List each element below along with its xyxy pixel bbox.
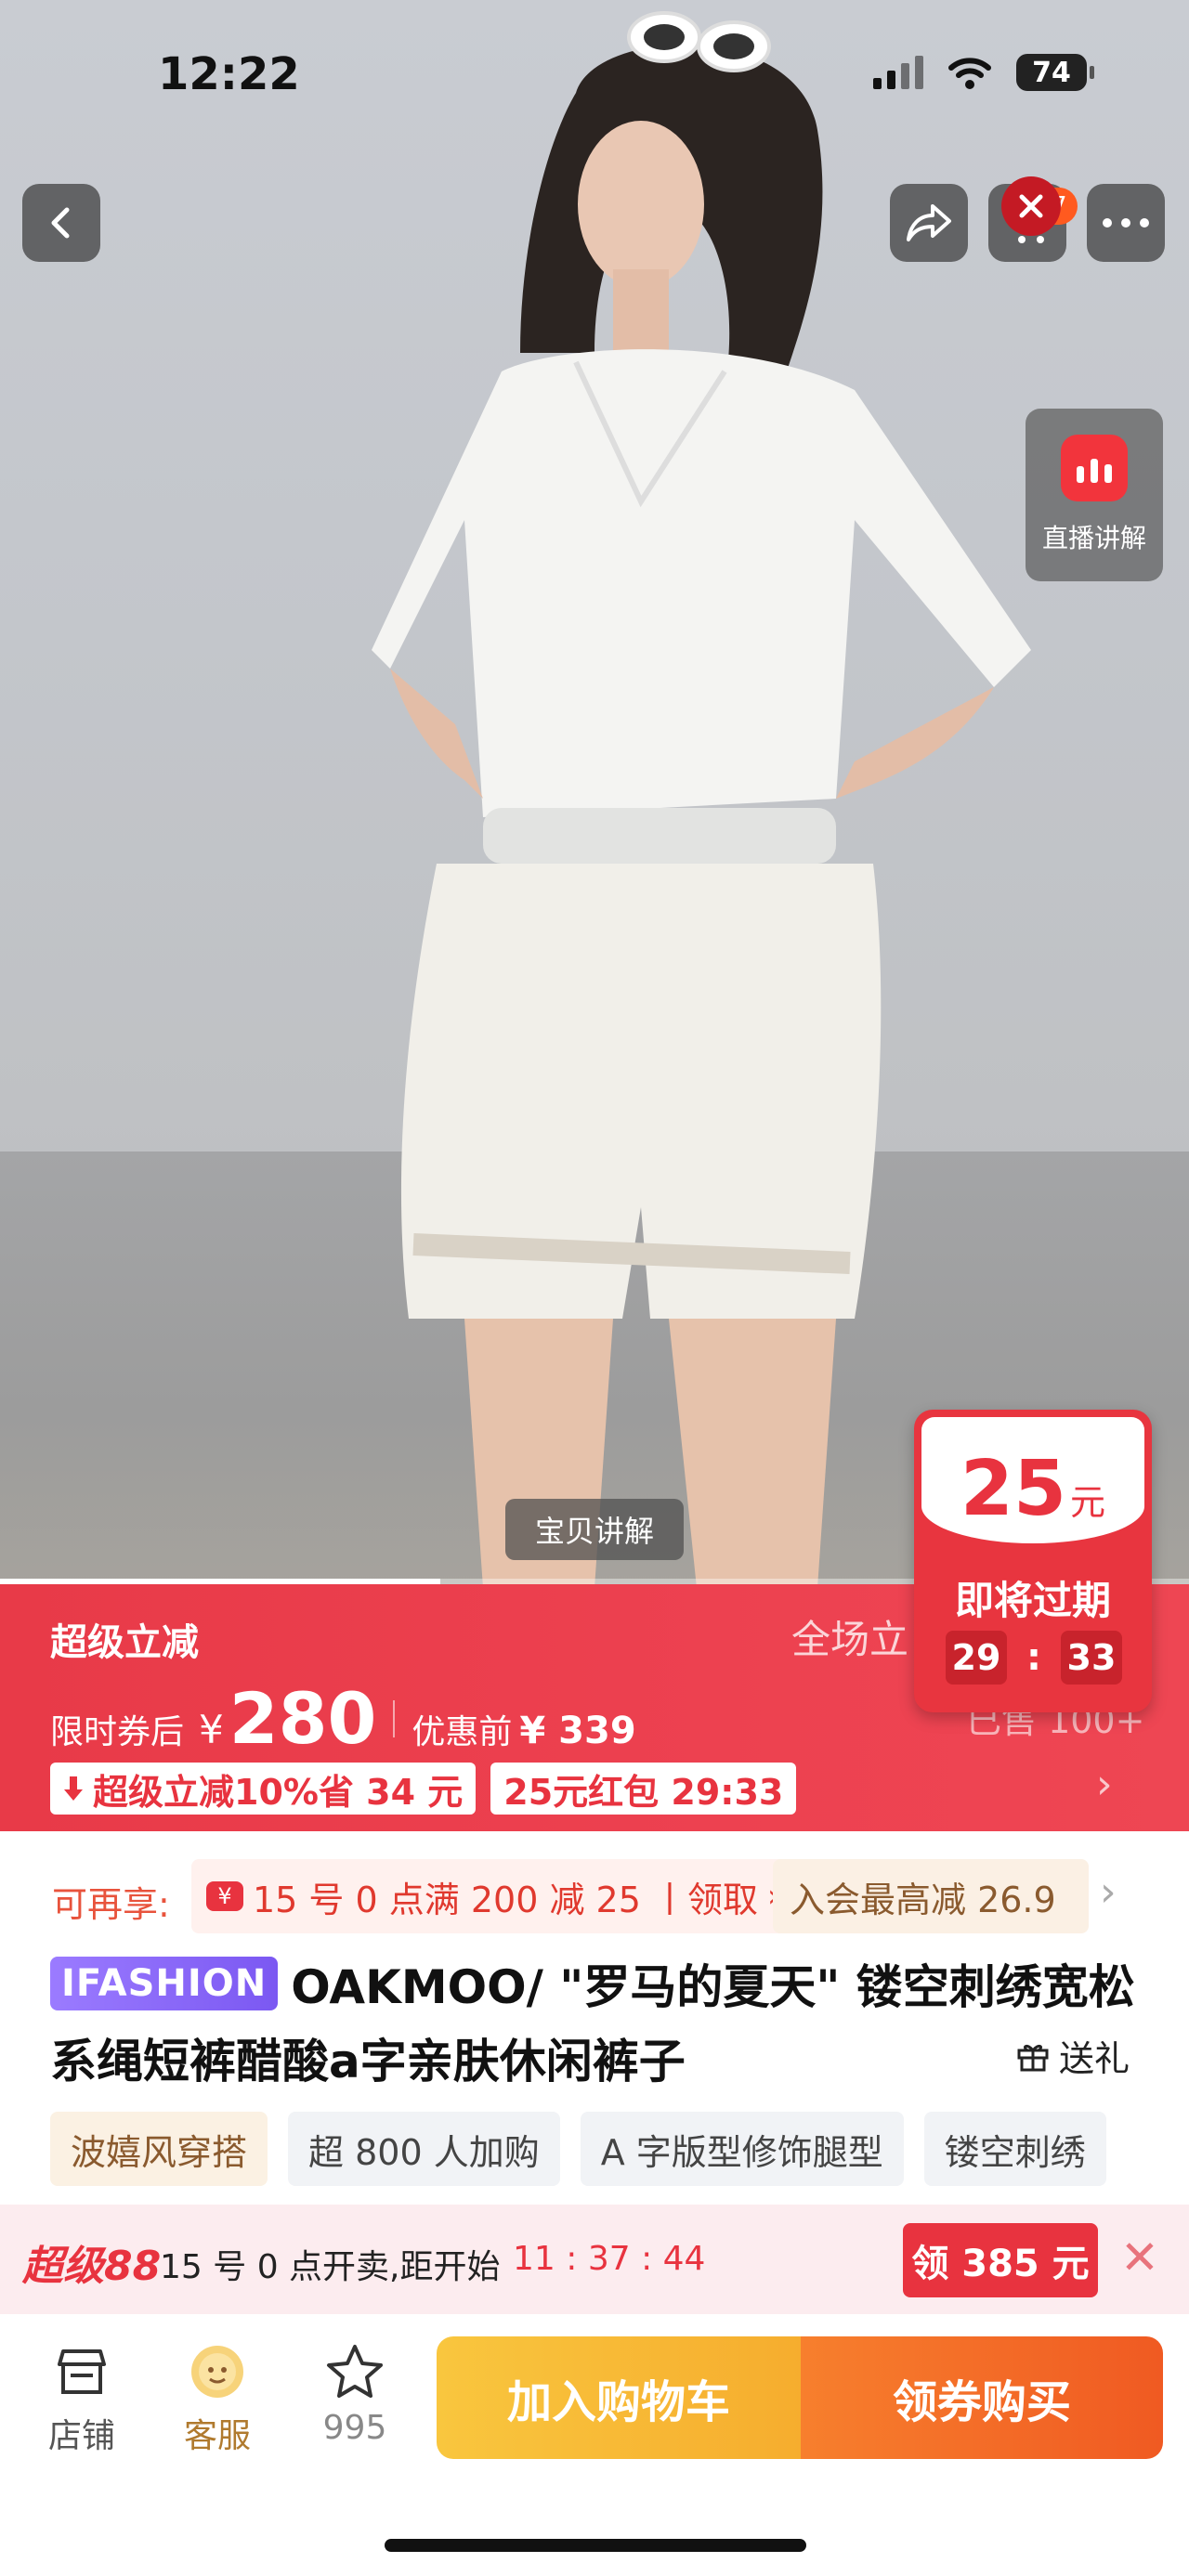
brand-badge: IFASHION <box>50 1957 279 2010</box>
after-coupon-label: 限时券后 <box>50 1713 185 1751</box>
chevron-right-icon[interactable]: › <box>1096 1761 1113 1808</box>
super88-logo: 超级88 <box>22 2243 162 2290</box>
timer-colon: : <box>1026 1636 1041 1679</box>
shop-icon <box>52 2342 111 2401</box>
explain-chip[interactable]: 宝贝讲解 <box>505 1499 684 1560</box>
product-tags: 波嬉风穿搭 超 800 人加购 A 字版型修饰腿型 镂空刺绣 <box>50 2112 1106 2186</box>
home-indicator <box>385 2539 806 2552</box>
more-button[interactable] <box>1087 184 1165 262</box>
star-icon <box>325 2342 385 2401</box>
before-price-label: 优惠前 <box>412 1713 513 1751</box>
coupon-tag-icon: ¥ <box>206 1881 243 1911</box>
currency-symbol: ¥ <box>199 1707 224 1752</box>
status-icons: 74 <box>873 54 1094 91</box>
service-icon <box>188 2342 247 2401</box>
gift-button[interactable]: 送礼 <box>1016 2030 1130 2081</box>
coupon-unit: 元 <box>1070 1482 1106 1523</box>
chevron-left-icon <box>51 207 70 239</box>
offers-chevron-icon[interactable]: › <box>1100 1868 1117 1916</box>
gift-label: 送礼 <box>1059 2038 1130 2079</box>
timer-minutes: 29 <box>946 1631 1007 1685</box>
coupon-amount-area: 25 元 <box>921 1417 1144 1543</box>
battery-icon: 74 <box>1016 54 1094 91</box>
discount-chip: 超级立减10%省 34 元 <box>50 1763 477 1815</box>
coupon-status: 即将过期 <box>954 1578 1111 1623</box>
live-icon <box>1061 435 1128 501</box>
signal-icon <box>873 56 923 89</box>
tag-chip[interactable]: A 字版型修饰腿型 <box>580 2112 904 2186</box>
service-button[interactable]: 客服 <box>162 2342 273 2457</box>
favorite-count: 995 <box>322 2409 387 2447</box>
wifi-icon <box>948 58 991 89</box>
member-offer[interactable]: 入会最高减 26.9 <box>773 1859 1089 1933</box>
coupon-offer[interactable]: ¥ 15 号 0 点满 200 减 25 丨领取 › <box>191 1859 795 1933</box>
close-icon[interactable]: ✕ <box>1120 2231 1159 2284</box>
coupon-amount: 25 <box>960 1445 1067 1533</box>
offers-label: 可再享: <box>52 1884 170 1925</box>
coupon-offer-text: 15 号 0 点满 200 减 25 丨领取 <box>253 1879 758 1920</box>
sale-price: 280 <box>229 1677 377 1760</box>
super88-countdown: 11 : 37 : 44 <box>513 2240 706 2278</box>
tag-chip[interactable]: 波嬉风穿搭 <box>50 2112 268 2186</box>
tag-chip[interactable]: 镂空刺绣 <box>923 2112 1106 2186</box>
price-row: 限时券后 ¥ 280 优惠前 ¥ 339 <box>50 1677 636 1760</box>
super-discount-label: 超级立减 <box>50 1621 199 1664</box>
before-price: ¥ 339 <box>519 1710 636 1752</box>
timer-seconds: 33 <box>1061 1631 1122 1685</box>
coupon-timer: 29 : 33 <box>946 1631 1122 1685</box>
super88-bar[interactable]: 超级88 15 号 0 点开卖,距开始 11 : 37 : 44 领 385 元… <box>0 2205 1189 2314</box>
arrow-down-icon <box>64 1776 83 1801</box>
share-button[interactable] <box>890 184 968 262</box>
live-explain-label: 直播讲解 <box>1041 523 1146 553</box>
favorite-button[interactable]: 995 <box>299 2342 411 2447</box>
claim-and-buy-button[interactable]: 领券购买 <box>801 2336 1163 2459</box>
price-divider <box>393 1699 396 1737</box>
close-icon <box>1019 194 1043 218</box>
extra-offers-row: 可再享: ¥ 15 号 0 点满 200 减 25 丨领取 › 入会最高减 26… <box>0 1831 1189 1952</box>
status-time: 12:22 <box>158 48 300 100</box>
claim-385-button[interactable]: 领 385 元 <box>903 2223 1098 2297</box>
share-icon <box>907 204 951 241</box>
super88-text: 15 号 0 点开卖,距开始 <box>160 2248 501 2286</box>
bottom-action-bar: 店铺 客服 995 加入购物车 领券购买 <box>0 2314 1189 2576</box>
cta-buttons: 加入购物车 领券购买 <box>437 2336 1163 2459</box>
tag-chip[interactable]: 超 800 人加购 <box>288 2112 560 2186</box>
red-packet-chip: 25元红包 29:33 <box>490 1763 797 1815</box>
promo-chips: 超级立减10%省 34 元 25元红包 29:33 <box>50 1763 797 1815</box>
gift-icon <box>1017 2044 1049 2071</box>
service-label: 客服 <box>183 2417 251 2455</box>
more-icon <box>1103 218 1149 228</box>
fullsite-label: 全场立 <box>791 1617 909 1662</box>
expiring-coupon[interactable]: 25 元 即将过期 29 : 33 <box>914 1410 1152 1712</box>
add-to-cart-button[interactable]: 加入购物车 <box>437 2336 801 2459</box>
shop-label: 店铺 <box>47 2417 115 2455</box>
live-explain-button[interactable]: 直播讲解 <box>1026 409 1163 581</box>
close-coupon-button[interactable] <box>1001 176 1061 236</box>
discount-chip-text: 超级立减10%省 34 元 <box>93 1771 464 1813</box>
shop-button[interactable]: 店铺 <box>26 2342 137 2457</box>
product-title: IFASHION OAKMOO/ "罗马的夏天" 镂空刺绣宽松系绳短裤醋酸a字亲肤… <box>50 1950 1146 2099</box>
back-button[interactable] <box>22 184 100 262</box>
